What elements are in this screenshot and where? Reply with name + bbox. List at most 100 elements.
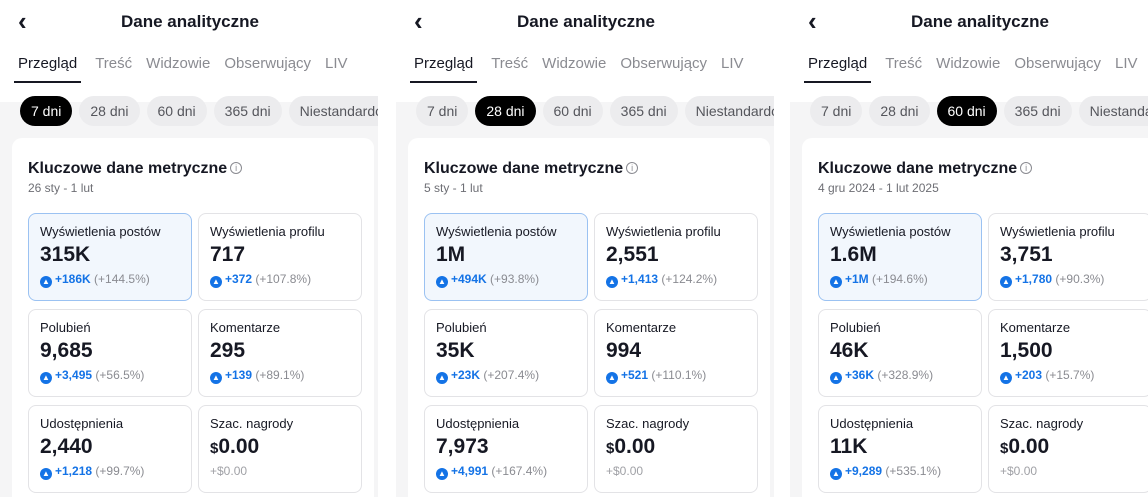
metric-value-number: 295 [210, 339, 246, 362]
tab-obserwujący[interactable]: Obserwujący [224, 55, 311, 81]
metric-change: ▲ +1,780 (+90.3%) [1000, 272, 1148, 288]
metric-delta: +1,780 [1015, 272, 1053, 286]
metric-tile[interactable]: Udostępnienia 7,973 ▲ +4,991 (+167.4%) [424, 405, 588, 493]
range-chip-4[interactable]: 365 dni [1003, 96, 1072, 126]
tab-widzowie[interactable]: Widzowie [542, 55, 606, 81]
tab-bar: Przegląd Treść Widzowie Obserwujący LIV [410, 55, 758, 83]
range-chip-3[interactable]: 60 dni [146, 96, 207, 126]
range-chip-1[interactable]: 7 dni [810, 96, 863, 126]
metric-value-number: 35K [436, 339, 475, 362]
metric-value: 717 [210, 243, 361, 267]
metric-percent: (+124.2%) [661, 272, 718, 286]
arrow-up-circle-icon: ▲ [606, 276, 618, 288]
metric-change: +$0.00 [210, 464, 361, 478]
metric-percent: (+93.8%) [490, 272, 540, 286]
metric-tile[interactable]: Szac. nagrody $0.00 +$0.00 [988, 405, 1148, 493]
metric-tile[interactable]: Komentarze 295 ▲ +139 (+89.1%) [198, 309, 362, 397]
metric-change: ▲ +3,495 (+56.5%) [40, 368, 191, 384]
metric-label: Wyświetlenia postów [436, 224, 557, 239]
info-icon[interactable]: i [1020, 162, 1033, 174]
range-chip-1[interactable]: 7 dni [20, 96, 73, 126]
arrow-up-circle-icon: ▲ [1000, 276, 1012, 288]
arrow-up-circle-icon: ▲ [436, 372, 448, 384]
range-chip-2[interactable]: 28 dni [79, 96, 140, 126]
metric-tile[interactable]: Polubień 46K ▲ +36K (+328.9%) [818, 309, 982, 397]
metric-label: Wyświetlenia profilu [606, 224, 721, 239]
tab-liv[interactable]: LIV [721, 55, 744, 81]
metric-value-number: 1.6M [830, 243, 877, 266]
range-chip-2[interactable]: 28 dni [869, 96, 930, 126]
metric-change: ▲ +521 (+110.1%) [606, 368, 757, 384]
metric-tile[interactable]: Polubień 35K ▲ +23K (+207.4%) [424, 309, 588, 397]
range-chip-5[interactable]: Niestandardowy [684, 96, 774, 126]
tab-przegląd[interactable]: Przegląd [14, 55, 82, 83]
metric-value-number: 1,500 [1000, 339, 1053, 362]
tab-obserwujący[interactable]: Obserwujący [1014, 55, 1101, 81]
range-chip-2[interactable]: 28 dni [475, 96, 536, 126]
metric-tile[interactable]: Wyświetlenia postów 315K ▲ +186K (+144.5%) [28, 213, 192, 301]
tab-treść[interactable]: Treść [95, 55, 132, 81]
tab-przegląd[interactable]: Przegląd [804, 55, 872, 83]
metric-tile[interactable]: Szac. nagrody $0.00 +$0.00 [594, 405, 758, 493]
metric-label: Udostępnienia [436, 416, 520, 431]
range-chip-5[interactable]: Niestandardowy [288, 96, 378, 126]
metric-label: Polubień [436, 320, 487, 335]
tab-liv[interactable]: LIV [325, 55, 348, 81]
key-metrics-card: Kluczowe dane metryczne i 26 sty - 1 lut Wy… [12, 138, 374, 497]
range-chip-1[interactable]: 7 dni [416, 96, 469, 126]
info-icon[interactable]: i [230, 162, 243, 174]
tab-liv[interactable]: LIV [1115, 55, 1138, 81]
range-chip-4[interactable]: 365 dni [609, 96, 678, 126]
tab-treść[interactable]: Treść [885, 55, 922, 81]
metric-tile[interactable]: Szac. nagrody $0.00 +$0.00 [198, 405, 362, 493]
metric-percent: (+194.6%) [872, 272, 928, 286]
metric-label: Wyświetlenia profilu [210, 224, 325, 239]
metric-value: 295 [210, 339, 361, 363]
metric-value: 2,440 [40, 435, 191, 459]
metric-tile[interactable]: Udostępnienia 2,440 ▲ +1,218 (+99.7%) [28, 405, 192, 493]
arrow-up-circle-icon: ▲ [1000, 372, 1012, 384]
metric-value-number: 2,440 [40, 435, 93, 458]
metric-tile[interactable]: Wyświetlenia profilu 3,751 ▲ +1,780 (+90.3%… [988, 213, 1148, 301]
range-chip-3[interactable]: 60 dni [936, 96, 997, 126]
metric-value: 35K [436, 339, 587, 363]
tab-przegląd[interactable]: Przegląd [410, 55, 478, 83]
page-title: Dane analityczne [911, 12, 1049, 31]
metric-tile[interactable]: Wyświetlenia postów 1.6M ▲ +1M (+194.6%) [818, 213, 982, 301]
key-metrics-card: Kluczowe dane metryczne i 5 sty - 1 lut Wyś… [408, 138, 770, 497]
tab-widzowie[interactable]: Widzowie [936, 55, 1000, 81]
analytics-screen-3: ‹ Dane analityczne Przegląd Treść Widzowie Ob… [790, 0, 1148, 497]
metric-tile[interactable]: Komentarze 994 ▲ +521 (+110.1%) [594, 309, 758, 397]
metric-value: 315K [40, 243, 191, 267]
metric-delta: +372 [225, 272, 253, 286]
arrow-up-circle-icon: ▲ [436, 468, 448, 480]
tab-widzowie[interactable]: Widzowie [146, 55, 210, 81]
metric-delta: +203 [1015, 368, 1043, 382]
metric-tile[interactable]: Polubień 9,685 ▲ +3,495 (+56.5%) [28, 309, 192, 397]
metrics-date-range: 4 gru 2024 - 1 lut 2025 [818, 181, 939, 195]
date-range-selector: 7 dni28 dni60 dni365 dniNiestandardowy [20, 96, 378, 126]
metric-label: Komentarze [210, 320, 281, 335]
metric-change: ▲ +494K (+93.8%) [436, 272, 587, 288]
metric-tile[interactable]: Wyświetlenia postów 1M ▲ +494K (+93.8%) [424, 213, 588, 301]
key-metrics-card: Kluczowe dane metryczne i 4 gru 2024 - 1 l… [802, 138, 1148, 497]
analytics-screen-1: ‹ Dane analityczne Przegląd Treść Widzowie Ob… [0, 0, 378, 497]
metric-tile[interactable]: Udostępnienia 11K ▲ +9,289 (+535.1%) [818, 405, 982, 493]
metric-delta: +4,991 [451, 464, 489, 478]
arrow-up-circle-icon: ▲ [210, 276, 222, 288]
tab-treść[interactable]: Treść [491, 55, 528, 81]
metric-label: Komentarze [606, 320, 677, 335]
metric-tile[interactable]: Wyświetlenia profilu 717 ▲ +372 (+107.8%) [198, 213, 362, 301]
tab-obserwujący[interactable]: Obserwujący [620, 55, 707, 81]
metric-value-number: 717 [210, 243, 246, 266]
metric-tile[interactable]: Wyświetlenia profilu 2,551 ▲ +1,413 (+124.2… [594, 213, 758, 301]
metric-tile[interactable]: Komentarze 1,500 ▲ +203 (+15.7%) [988, 309, 1148, 397]
arrow-up-circle-icon: ▲ [830, 468, 842, 480]
range-chip-3[interactable]: 60 dni [542, 96, 603, 126]
range-chip-4[interactable]: 365 dni [213, 96, 282, 126]
metric-change: ▲ +372 (+107.8%) [210, 272, 361, 288]
metric-percent: (+207.4%) [483, 368, 540, 382]
metric-delta: +1,218 [55, 464, 93, 478]
range-chip-5[interactable]: Niestandardowy [1078, 96, 1148, 126]
info-icon[interactable]: i [626, 162, 639, 174]
